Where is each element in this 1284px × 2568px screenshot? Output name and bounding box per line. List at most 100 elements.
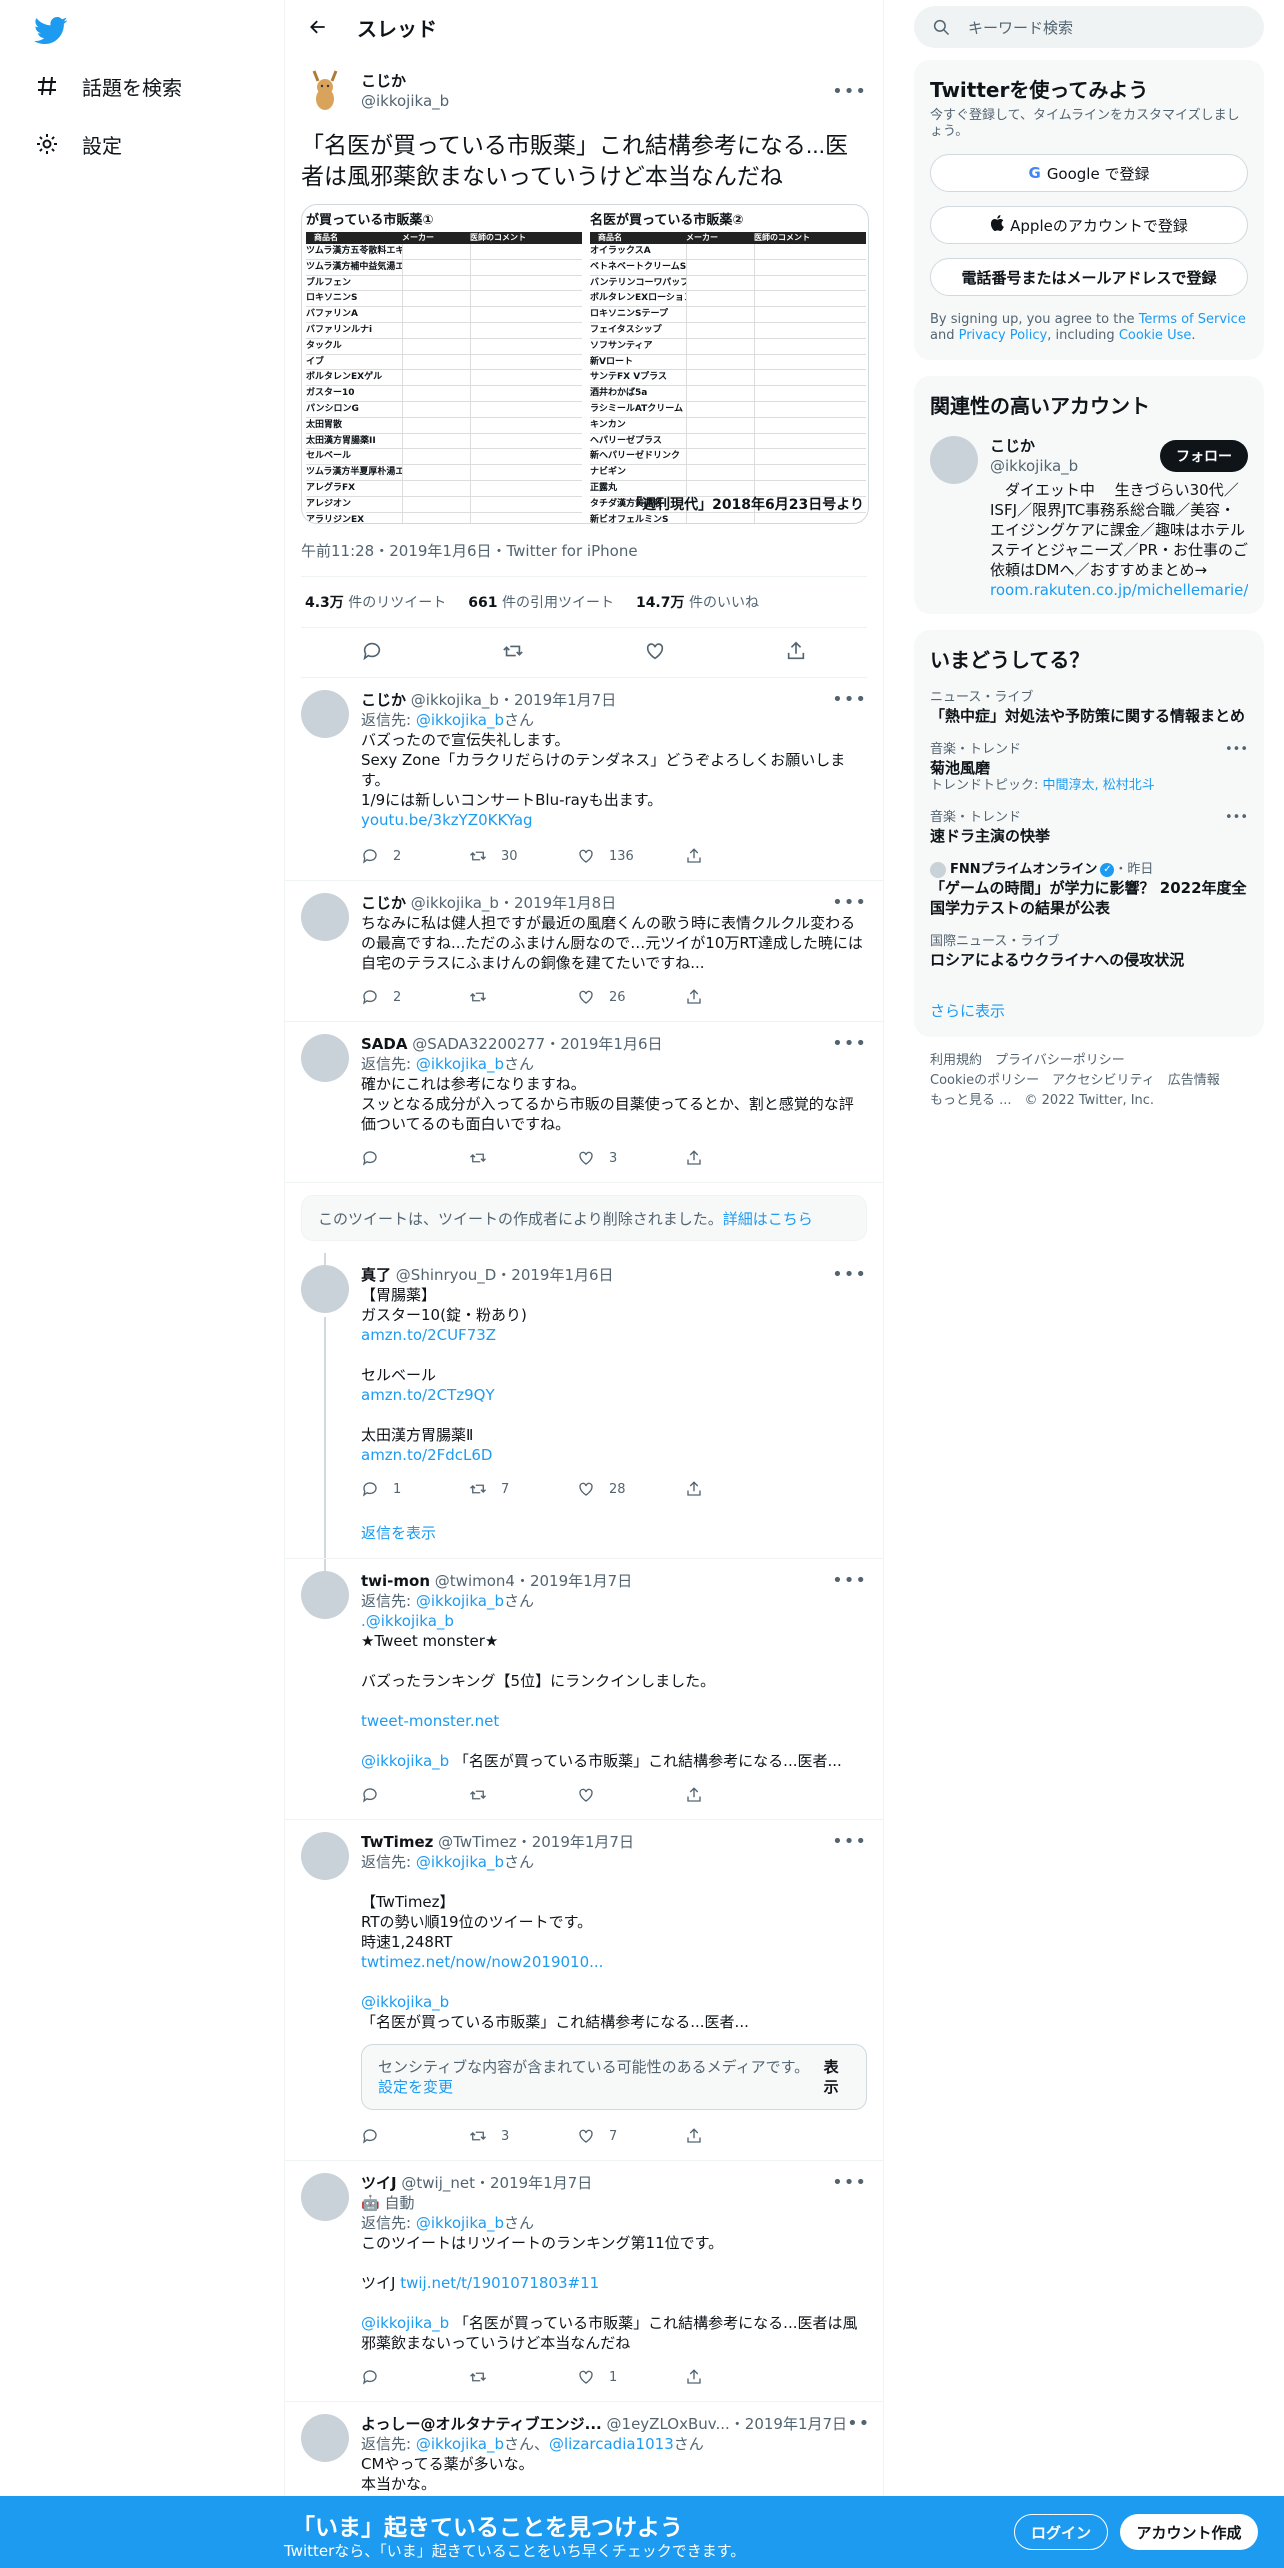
retweet-button[interactable]	[469, 2368, 577, 2386]
phone-signup-button[interactable]: 電話番号またはメールアドレスで登録	[930, 258, 1248, 296]
retweet-icon[interactable]	[502, 640, 524, 666]
avatar[interactable]	[301, 1265, 349, 1313]
more-icon[interactable]: •••	[832, 1034, 867, 1054]
trend-item[interactable]: ニュース・ライブ 「熱中症」対処法や予防策に関する情報まとめ	[930, 690, 1248, 726]
retweet-stat[interactable]: 4.3万 件のリツイート	[305, 592, 446, 612]
avatar[interactable]	[301, 67, 349, 115]
reply-date[interactable]: 2019年1月8日	[514, 893, 616, 913]
avatar[interactable]	[301, 893, 349, 941]
avatar[interactable]	[301, 2414, 349, 2462]
learn-more-link[interactable]: 詳細はこちら	[723, 1208, 813, 1229]
share-button[interactable]	[685, 847, 717, 865]
share-button[interactable]	[685, 988, 717, 1006]
retweet-button[interactable]: 3	[469, 2127, 577, 2145]
reply-tweet[interactable]: こじか @ikkojika_b ・ 2019年1月8日 ••• ちなみに私は健人担です…	[285, 881, 883, 1022]
share-button[interactable]	[685, 2368, 717, 2386]
like-button[interactable]	[577, 1786, 685, 1804]
mention-link[interactable]: @ikkojika_b	[416, 1055, 504, 1073]
like-button[interactable]: 28	[577, 1480, 685, 1498]
reply-button[interactable]: 1	[361, 1480, 469, 1498]
tweet-link[interactable]: amzn.to/2CUF73Z	[361, 1326, 496, 1344]
reply-author-handle[interactable]: @Shinryou_D	[396, 1265, 496, 1285]
reply-button[interactable]	[361, 1786, 469, 1804]
more-icon[interactable]: •••	[832, 1832, 867, 1852]
retweet-button[interactable]: 30	[469, 847, 577, 865]
reply-date[interactable]: 2019年1月6日	[511, 1265, 613, 1285]
more-icon[interactable]: •••	[832, 690, 867, 710]
like-button[interactable]: 136	[577, 847, 685, 865]
reply-author-name[interactable]: 真了	[361, 1265, 391, 1285]
related-account-name[interactable]: こじか	[990, 436, 1078, 456]
twitter-logo-icon[interactable]	[34, 16, 68, 46]
share-button[interactable]	[685, 1480, 717, 1498]
more-icon[interactable]: •••	[832, 893, 867, 913]
mention-link[interactable]: @lizarcadia1013	[549, 2435, 674, 2453]
like-button[interactable]: 7	[577, 2127, 685, 2145]
tweet-link[interactable]: youtu.be/3kzYZ0KKYag	[361, 811, 533, 829]
reply-button[interactable]	[361, 2127, 469, 2145]
like-stat[interactable]: 14.7万 件のいいね	[636, 592, 759, 612]
more-icon[interactable]: •••	[832, 81, 867, 102]
mention-link[interactable]: .@ikkojika_b	[361, 1612, 454, 1630]
search-input[interactable]: キーワード検索	[914, 6, 1264, 48]
avatar[interactable]	[301, 2173, 349, 2221]
share-button[interactable]	[685, 1786, 717, 1804]
terms-link[interactable]: Terms of Service	[1139, 312, 1246, 327]
show-more-link[interactable]: さらに表示	[930, 1002, 1005, 1020]
tweet-link[interactable]: twtimez.net/now/now2019010...	[361, 1953, 603, 1971]
reply-author-name[interactable]: ツイJ	[361, 2173, 397, 2193]
apple-signup-button[interactable]: Appleのアカウントで登録	[930, 206, 1248, 244]
reply-button[interactable]: 2	[361, 847, 469, 865]
retweet-button[interactable]: 7	[469, 1480, 577, 1498]
reply-tweet[interactable]: TwTimez @TwTimez ・ 2019年1月7日 ••• 返信先: @ikko…	[285, 1820, 883, 2161]
author-handle[interactable]: @ikkojika_b	[361, 91, 449, 111]
reply-tweet[interactable]: twi-mon @twimon4 ・ 2019年1月7日 ••• 返信先: @ikko…	[285, 1559, 883, 1820]
reply-date[interactable]: 2019年1月7日	[530, 1571, 632, 1591]
reply-date[interactable]: 2019年1月7日	[514, 690, 616, 710]
related-account-handle[interactable]: @ikkojika_b	[990, 456, 1078, 476]
reply-icon[interactable]	[361, 640, 383, 666]
signup-button[interactable]: アカウント作成	[1120, 2514, 1258, 2550]
reply-author-handle[interactable]: @SADA32200277	[412, 1034, 545, 1054]
mention-link[interactable]: @ikkojika_b	[416, 1853, 504, 1871]
tweet-link[interactable]: tweet-monster.net	[361, 1712, 499, 1730]
like-icon[interactable]	[644, 640, 666, 666]
share-button[interactable]	[685, 2127, 717, 2145]
back-arrow-icon[interactable]	[301, 10, 335, 44]
mention-link[interactable]: @ikkojika_b	[361, 2314, 449, 2332]
reply-author-handle[interactable]: @twimon4	[435, 1571, 515, 1591]
reply-author-name[interactable]: よっしー@オルタナティブエンジ...	[361, 2414, 602, 2434]
retweet-button[interactable]	[469, 1149, 577, 1167]
reply-tweet[interactable]: ツイJ @twij_net ・ 2019年1月7日 ••• 🤖 自動 返信先: @ik…	[285, 2161, 883, 2402]
cookie-link[interactable]: Cookie Use	[1119, 328, 1192, 343]
quote-stat[interactable]: 661 件の引用ツイート	[468, 592, 614, 612]
trend-item[interactable]: 音楽・トレンド ••• 菊池風磨 トレンドトピック: 中間淳太, 松村北斗	[930, 742, 1248, 794]
reply-author-handle[interactable]: @twij_net	[401, 2173, 475, 2193]
avatar[interactable]	[301, 1832, 349, 1880]
reply-tweet[interactable]: SADA @SADA32200277 ・ 2019年1月6日 ••• 返信先: @ik…	[285, 1022, 883, 1183]
reply-author-handle[interactable]: @ikkojika_b	[411, 893, 499, 913]
avatar[interactable]	[930, 436, 978, 484]
show-replies-link[interactable]: 返信を表示	[361, 1522, 436, 1543]
reply-author-name[interactable]: TwTimez	[361, 1832, 433, 1852]
tweet-image[interactable]: が買っている市販薬① 商品名 メーカー 医師のコメント ツムラ漢方五苓散料エキス…	[301, 204, 869, 524]
trend-item[interactable]: 国際ニュース・ライブ ロシアによるウクライナへの侵攻状況	[930, 934, 1248, 970]
reply-author-handle[interactable]: @1eyZLOxBuv...	[607, 2414, 730, 2434]
trend-item[interactable]: FNNプライムオンライン ✓ ・昨日 「ゲームの時間」が学力に影響？ 2022年度全…	[930, 862, 1248, 918]
trend-item[interactable]: 音楽・トレンド ••• 速ドラ主演の快挙	[930, 810, 1248, 846]
footer-line[interactable]: もっと見る ... © 2022 Twitter, Inc.	[930, 1091, 1264, 1111]
mention-link[interactable]: @ikkojika_b	[416, 2214, 504, 2232]
more-icon[interactable]: •••	[832, 1265, 867, 1285]
more-icon[interactable]: •••	[1225, 810, 1248, 826]
reply-author-name[interactable]: SADA	[361, 1034, 407, 1054]
reply-date[interactable]: 2019年1月7日	[490, 2173, 592, 2193]
tweet-link[interactable]: twij.net/t/1901071803#11	[400, 2274, 599, 2292]
privacy-link[interactable]: Privacy Policy	[959, 328, 1048, 343]
reply-author-name[interactable]: こじか	[361, 893, 406, 913]
reply-tweet[interactable]: 真了 @Shinryou_D ・ 2019年1月6日 ••• 【胃腸薬】 ガスター10…	[285, 1253, 883, 1573]
reply-tweet[interactable]: こじか @ikkojika_b ・ 2019年1月7日 ••• 返信先: @ikkoj…	[285, 678, 883, 881]
avatar[interactable]	[301, 1571, 349, 1619]
related-account-link[interactable]: room.rakuten.co.jp/michellemarie/...	[990, 581, 1248, 599]
reply-author-name[interactable]: こじか	[361, 690, 406, 710]
retweet-button[interactable]	[469, 988, 577, 1006]
